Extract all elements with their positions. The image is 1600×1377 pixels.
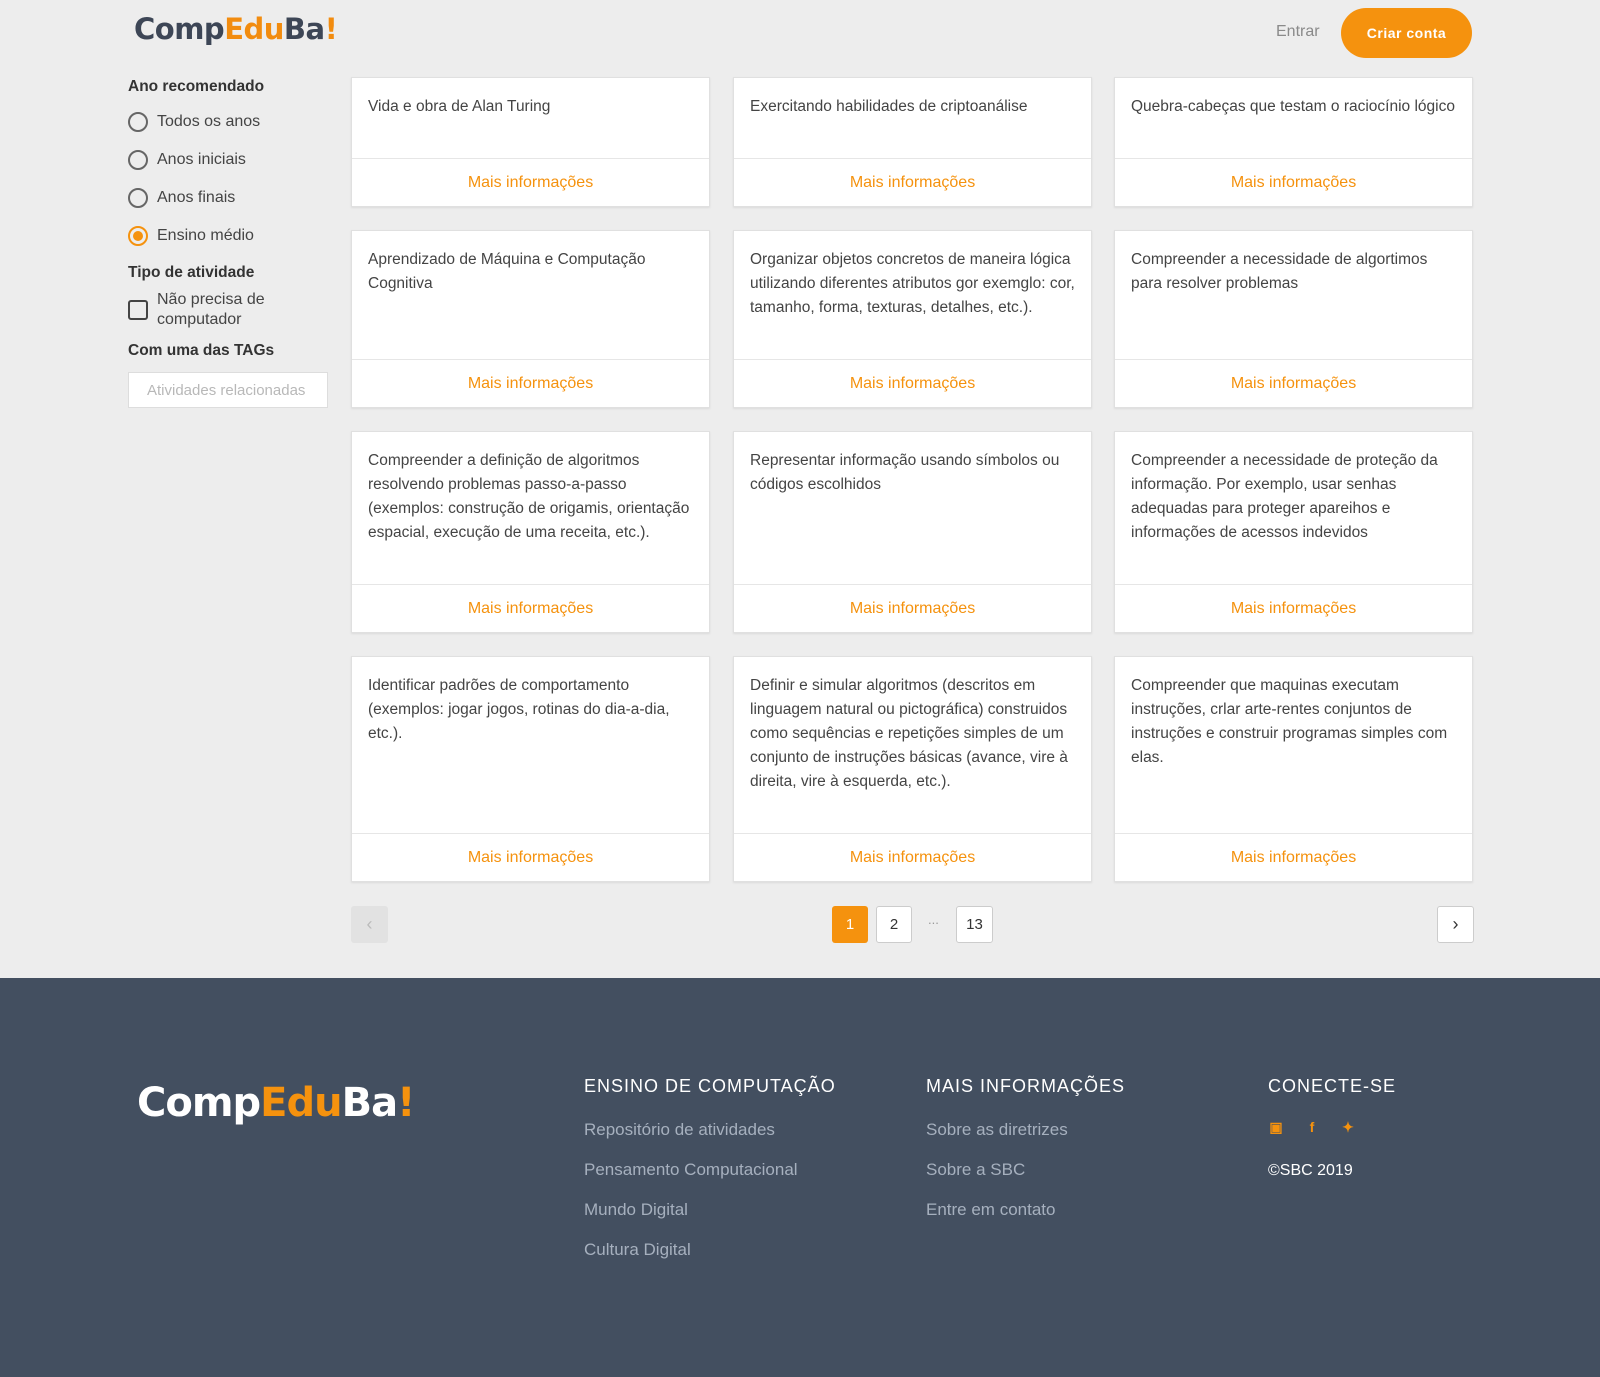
more-info-link[interactable]: Mais informações xyxy=(734,584,1091,632)
year-option-label: Anos iniciais xyxy=(157,151,246,168)
page-2-button[interactable]: 2 xyxy=(876,906,912,943)
more-info-link[interactable]: Mais informações xyxy=(734,359,1091,407)
year-option-label: Todos os anos xyxy=(157,113,261,130)
facebook-icon[interactable]: f xyxy=(1304,1119,1320,1136)
radio-button[interactable] xyxy=(128,188,148,208)
radio-button[interactable] xyxy=(128,112,148,132)
no-computer-checkbox[interactable] xyxy=(128,300,148,320)
more-info-link[interactable]: Mais informações xyxy=(352,158,709,206)
activity-title: Definir e simular algoritmos (descritos … xyxy=(750,677,1068,790)
activity-title: Organizar objetos concretos de maneira l… xyxy=(750,251,1075,316)
activity-card: Vida e obra de Alan Turing Mais informaç… xyxy=(351,77,710,207)
footer-column-title: ENSINO DE COMPUTAÇÃO xyxy=(584,1076,836,1096)
footer-link-sbc[interactable]: Sobre a SBC xyxy=(926,1159,1125,1181)
footer-column-info: MAIS INFORMAÇÕES Sobre as diretrizes Sob… xyxy=(926,1076,1125,1239)
footer-link-mundo-digital[interactable]: Mundo Digital xyxy=(584,1199,836,1221)
year-option-label: Anos finais xyxy=(157,189,236,206)
activity-title: Identificar padrões de comportamento (ex… xyxy=(368,677,670,742)
activity-card: Quebra-cabeças que testam o raciocínio l… xyxy=(1114,77,1473,207)
no-computer-option[interactable]: Não precisa de computador xyxy=(128,290,328,330)
more-info-link[interactable]: Mais informações xyxy=(1115,584,1472,632)
next-page-button[interactable]: › xyxy=(1437,906,1474,943)
copyright-text: ©SBC 2019 xyxy=(1268,1162,1353,1179)
activity-title: Aprendizado de Máquina e Computação Cogn… xyxy=(368,251,646,292)
activity-title: Quebra-cabeças que testam o raciocínio l… xyxy=(1131,98,1455,115)
activity-card: Definir e simular algoritmos (descritos … xyxy=(733,656,1092,882)
signup-button[interactable]: Criar conta xyxy=(1341,8,1472,58)
activity-card: Representar informação usando símbolos o… xyxy=(733,431,1092,633)
footer-link-contato[interactable]: Entre em contato xyxy=(926,1199,1125,1221)
activity-card: Compreender que maquinas executam instru… xyxy=(1114,656,1473,882)
year-filter-heading: Ano recomendado xyxy=(128,78,265,95)
site-logo[interactable]: CompEduBa! xyxy=(134,12,338,46)
footer-column-title: CONECTE-SE xyxy=(1268,1076,1397,1096)
more-info-link[interactable]: Mais informações xyxy=(734,833,1091,881)
chevron-right-icon: › xyxy=(1452,914,1459,934)
activity-title: Compreender que maquinas executam instru… xyxy=(1131,677,1448,766)
activity-card: Identificar padrões de comportamento (ex… xyxy=(351,656,710,882)
more-info-link[interactable]: Mais informações xyxy=(1115,359,1472,407)
footer-link-pensamento[interactable]: Pensamento Computacional xyxy=(584,1159,836,1181)
more-info-link[interactable]: Mais informações xyxy=(352,584,709,632)
more-info-link[interactable]: Mais informações xyxy=(352,359,709,407)
more-info-link[interactable]: Mais informações xyxy=(352,833,709,881)
social-links: ▣ f ✦ xyxy=(1268,1119,1396,1136)
activity-title: Exercitando habilidades de criptoanálise xyxy=(750,98,1028,115)
page-13-button[interactable]: 13 xyxy=(956,906,993,943)
pagination-ellipsis: ... xyxy=(928,912,939,927)
footer-column-ensino: ENSINO DE COMPUTAÇÃO Repositório de ativ… xyxy=(584,1076,836,1279)
activity-title: Vida e obra de Alan Turing xyxy=(368,98,551,115)
filter-sidebar: Ano recomendado Todos os anos Anos inici… xyxy=(128,78,328,408)
more-info-link[interactable]: Mais informações xyxy=(734,158,1091,206)
type-filter-heading: Tipo de atividade xyxy=(128,264,255,281)
activity-card: Exercitando habilidades de criptoanálise… xyxy=(733,77,1092,207)
activity-card: Aprendizado de Máquina e Computação Cogn… xyxy=(351,230,710,408)
footer-link-repositorio[interactable]: Repositório de atividades xyxy=(584,1119,836,1141)
site-footer: CompEduBa! ENSINO DE COMPUTAÇÃO Repositó… xyxy=(0,978,1600,1377)
year-option-finais[interactable]: Anos finais xyxy=(128,179,328,217)
more-info-link[interactable]: Mais informações xyxy=(1115,158,1472,206)
year-option-label: Ensino médio xyxy=(157,227,254,244)
activity-card: Compreender a necessidade de algortimos … xyxy=(1114,230,1473,408)
activity-card: Compreender a definição de algoritmos re… xyxy=(351,431,710,633)
more-info-link[interactable]: Mais informações xyxy=(1115,833,1472,881)
activity-title: Representar informação usando símbolos o… xyxy=(750,452,1060,493)
footer-column-title: MAIS INFORMAÇÕES xyxy=(926,1076,1126,1096)
login-link[interactable]: Entrar xyxy=(1276,23,1320,41)
activity-card: Organizar objetos concretos de maneira l… xyxy=(733,230,1092,408)
twitter-icon[interactable]: ✦ xyxy=(1340,1119,1356,1136)
radio-button[interactable] xyxy=(128,150,148,170)
footer-column-social: CONECTE-SE ▣ f ✦ ©SBC 2019 xyxy=(1268,1076,1396,1180)
activity-card: Compreender a necessidade de proteção da… xyxy=(1114,431,1473,633)
activity-title: Compreender a necessidade de algortimos … xyxy=(1131,251,1428,292)
site-header: CompEduBa! Entrar Criar conta xyxy=(0,0,1600,70)
no-computer-label: Não precisa de computador xyxy=(157,291,265,328)
chevron-left-icon: ‹ xyxy=(366,914,373,934)
tags-input[interactable] xyxy=(128,372,328,408)
footer-link-diretrizes[interactable]: Sobre as diretrizes xyxy=(926,1119,1125,1141)
year-option-iniciais[interactable]: Anos iniciais xyxy=(128,141,328,179)
activity-title: Compreender a definição de algoritmos re… xyxy=(368,452,690,541)
previous-page-button[interactable]: ‹ xyxy=(351,906,388,943)
footer-link-cultura-digital[interactable]: Cultura Digital xyxy=(584,1239,836,1261)
activity-title: Compreender a necessidade de proteção da… xyxy=(1131,452,1438,541)
page-1-button[interactable]: 1 xyxy=(832,906,868,943)
footer-logo[interactable]: CompEduBa! xyxy=(137,1080,415,1126)
tags-filter-heading: Com uma das TAGs xyxy=(128,342,275,359)
youtube-icon[interactable]: ▣ xyxy=(1268,1119,1284,1136)
radio-button-selected[interactable] xyxy=(128,226,148,246)
year-option-todos[interactable]: Todos os anos xyxy=(128,103,328,141)
year-option-medio[interactable]: Ensino médio xyxy=(128,217,328,255)
